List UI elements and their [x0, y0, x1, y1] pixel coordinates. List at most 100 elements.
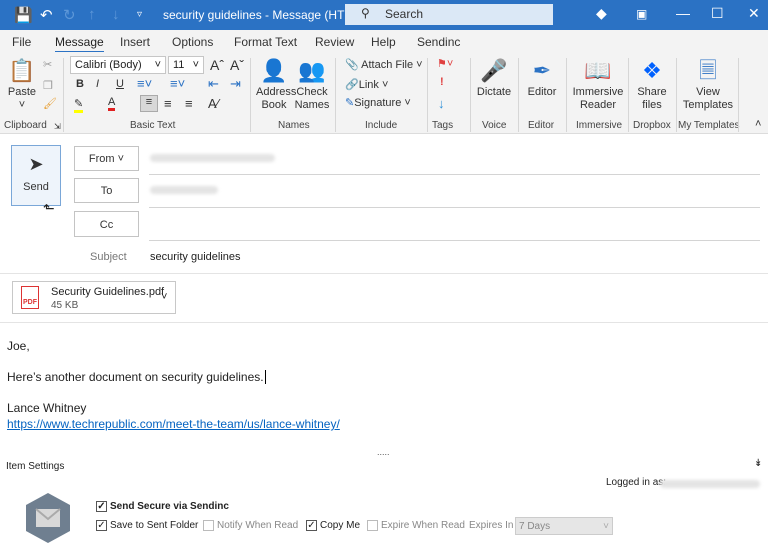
numbering-icon[interactable]: ≡˅ — [170, 76, 185, 91]
group-clipboard: Clipboard — [4, 120, 47, 131]
send-button[interactable]: ➤ Send — [11, 145, 61, 206]
search-placeholder: Search — [385, 7, 424, 21]
font-select[interactable]: Calibri (Body) ˅ — [70, 56, 166, 74]
address-book-button[interactable]: 👤 Address Book — [256, 56, 296, 112]
align-right-icon[interactable]: ≡ — [185, 96, 193, 111]
customize-icon[interactable]: ▿ — [137, 9, 142, 20]
checkbox[interactable]: ✓ — [96, 501, 107, 512]
address-book-icon: 👤 — [260, 58, 288, 83]
maximize-icon[interactable]: ☐ — [711, 5, 724, 22]
copy-icon[interactable]: ❐ — [43, 79, 53, 92]
checkbox[interactable]: ✓ — [306, 520, 317, 531]
attachment[interactable]: PDF Security Guidelines.pdf 45 KB ˅ — [12, 281, 176, 314]
check-names-button[interactable]: 👥 Check Names — [294, 56, 330, 112]
cc-field[interactable] — [149, 213, 760, 238]
paperclip-icon: 📎 — [345, 59, 359, 71]
link-button[interactable]: 🔗Link ˅ — [345, 78, 388, 91]
bullets-icon[interactable]: ≡˅ — [137, 76, 152, 91]
logged-in-account — [660, 480, 760, 488]
copy-me-checkbox[interactable]: ✓ Copy Me — [306, 520, 360, 531]
align-left-icon[interactable]: ≡ — [140, 95, 158, 112]
body-line[interactable]: Here’s another document on security guid… — [7, 370, 266, 384]
tab-sendinc[interactable]: Sendinc — [417, 35, 460, 49]
label: To — [100, 185, 113, 197]
align-center-icon[interactable]: ≡ — [164, 96, 172, 111]
checkbox[interactable] — [203, 520, 214, 531]
flag-icon[interactable]: ⚑˅ — [437, 57, 453, 70]
expires-select[interactable]: 7 Days ˅ — [515, 517, 613, 535]
tab-options[interactable]: Options — [172, 35, 213, 49]
cut-icon[interactable]: ✂ — [43, 58, 52, 71]
bold-icon[interactable]: B — [76, 78, 84, 90]
down-icon[interactable]: ↓ — [112, 6, 120, 23]
close-icon[interactable]: ✕ — [748, 5, 760, 22]
checkbox[interactable]: ✓ — [96, 520, 107, 531]
tab-insert[interactable]: Insert — [120, 35, 150, 49]
clear-formatting-icon[interactable]: A∕ — [208, 96, 219, 111]
format-painter-icon[interactable]: 🖌 — [43, 97, 57, 110]
underline-icon[interactable]: U — [116, 78, 124, 90]
tab-review[interactable]: Review — [315, 35, 354, 49]
redo-icon[interactable]: ↻ — [63, 6, 76, 24]
share-files-button[interactable]: ❖ Share files — [632, 56, 672, 112]
immersive-reader-button[interactable]: 📖 Immersive Reader — [570, 56, 626, 112]
body-signature[interactable]: Lance Whitney — [7, 401, 86, 415]
label: Share — [637, 86, 667, 98]
label: Signature — [354, 97, 402, 109]
search-input[interactable]: ⚲ Search — [345, 4, 553, 25]
tab-help[interactable]: Help — [371, 35, 396, 49]
send-secure-checkbox[interactable]: ✓ Send Secure via Sendinc — [96, 501, 229, 512]
save-icon[interactable]: 💾 — [14, 6, 33, 24]
minimize-icon[interactable]: — — [676, 5, 690, 21]
low-importance-icon[interactable]: ↓ — [438, 96, 445, 111]
expire-checkbox[interactable]: Expire When Read — [367, 520, 465, 531]
label: Templates — [682, 99, 734, 111]
group-tags: Tags — [432, 120, 454, 131]
label: View — [696, 86, 720, 98]
font-color-icon[interactable]: A — [108, 96, 116, 111]
dictate-button[interactable]: 🎤 Dictate — [474, 56, 514, 99]
signature-button[interactable]: ✎Signature ˅ — [345, 96, 411, 109]
from-button[interactable]: From ˅ — [74, 146, 139, 171]
tab-message[interactable]: Message — [55, 35, 104, 53]
tab-file[interactable]: File — [12, 35, 31, 49]
to-button[interactable]: To — [74, 178, 139, 203]
shrink-font-icon[interactable]: Aˇ — [230, 57, 244, 73]
chevron-down-icon[interactable]: ˅ — [161, 291, 167, 303]
collapse-ribbon-icon[interactable]: ˄ — [755, 118, 761, 130]
paste-label: Paste — [7, 86, 37, 98]
cc-button[interactable]: Cc — [74, 211, 139, 237]
subject-field[interactable]: security guidelines — [150, 251, 241, 263]
diamond-icon[interactable]: ◆ — [596, 5, 607, 22]
paste-button[interactable]: 📋 Paste ˅ — [6, 56, 38, 112]
up-icon[interactable]: ↑ — [88, 6, 96, 23]
increase-indent-icon[interactable]: ⇥ — [230, 76, 241, 92]
label: Notify When Read — [217, 520, 299, 532]
high-importance-icon[interactable]: ! — [440, 76, 444, 88]
editor-button[interactable]: ✒ Editor — [522, 56, 562, 99]
body-link[interactable]: https://www.techrepublic.com/meet-the-te… — [7, 417, 340, 431]
grow-font-icon[interactable]: Aˆ — [210, 57, 224, 73]
body-greeting[interactable]: Joe, — [7, 339, 30, 353]
mouse-cursor: ⬑ — [43, 200, 55, 216]
checkbox[interactable] — [367, 520, 378, 531]
notify-checkbox[interactable]: Notify When Read — [203, 520, 298, 531]
resize-handle[interactable]: ..... — [377, 447, 390, 457]
tab-format-text[interactable]: Format Text — [234, 35, 297, 49]
italic-icon[interactable]: I — [96, 78, 99, 90]
restore-icon[interactable]: ▣ — [636, 7, 647, 21]
attach-file-button[interactable]: 📎 Attach File ˅ — [345, 58, 423, 71]
undo-icon[interactable]: ↶ — [40, 6, 53, 24]
highlight-icon[interactable]: ✎ — [74, 97, 84, 113]
expand-icon[interactable]: ↡ — [754, 458, 762, 469]
dialog-launcher-icon[interactable]: ⇲ — [54, 122, 61, 131]
font-size-select[interactable]: 11 ˅ — [168, 56, 204, 74]
logged-in-label: Logged in as: — [606, 477, 667, 488]
divider — [518, 58, 519, 132]
decrease-indent-icon[interactable]: ⇤ — [208, 76, 219, 92]
save-sent-checkbox[interactable]: ✓ Save to Sent Folder — [96, 520, 198, 531]
to-field[interactable] — [150, 186, 218, 194]
label: Book — [261, 99, 287, 111]
divider — [0, 273, 768, 274]
view-templates-button[interactable]: 🗏 View Templates — [680, 56, 736, 112]
